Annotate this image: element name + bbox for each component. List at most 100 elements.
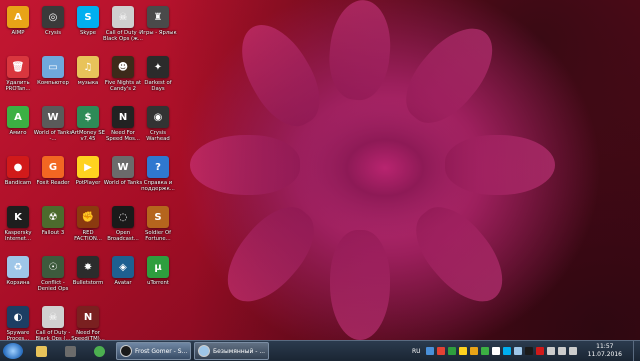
desktop-shortcut-label: World of Tanks -... [33,130,73,142]
wallpaper-petal [211,193,329,317]
desktop-shortcut[interactable]: W World of Tanks [103,156,143,186]
help-icon: ? [147,156,169,178]
nfs2-icon: N [77,306,99,328]
desktop-shortcut[interactable]: ☠ Call of Duty - Black Ops (... [35,306,71,342]
desktop-shortcut[interactable]: $ ArtMoney SE v7.45 [70,106,106,142]
clock-date: 11.07.2016 [587,350,622,358]
taskbar-task-button[interactable]: Безымянный - ... [194,342,269,360]
desktop-shortcut-label: Компьютер [37,80,69,86]
desktop-shortcut[interactable]: ☢ Fallout 3 [35,206,71,236]
start-button[interactable] [3,343,23,359]
tray-app-icon[interactable] [547,347,556,355]
obs-icon: ◌ [112,206,134,228]
sof-icon: S [147,206,169,228]
tray-app-icon[interactable] [525,347,534,355]
desktop-shortcut[interactable]: ♫ музыка [70,56,106,86]
desktop-shortcut[interactable]: S Soldier Of Fortune... [140,206,176,242]
uninstall-icon: 🗑 [7,56,29,78]
desktop-shortcut-label: Справка и поддержк... [141,180,175,192]
tray-app-icon[interactable] [448,347,457,355]
desktop-shortcut-label: Игры - Ярлык [139,30,177,36]
crysis-warhead-icon: ◉ [147,106,169,128]
desktop-shortcut[interactable]: W World of Tanks -... [33,106,73,142]
desktop-shortcut-label: Five Nights at Candy's 2 [104,80,142,92]
desktop-shortcut-label: Bulletstorm [72,280,104,286]
desktop-shortcut-label: PotPlayer [75,180,101,186]
desktop-shortcut[interactable]: ? Справка и поддержк... [140,156,176,192]
avatar-icon: ◈ [112,256,134,278]
wallpaper-petal [325,0,395,103]
desktop-shortcut[interactable]: ● Bandicam [0,156,36,186]
desktop-shortcut[interactable]: ✊ RED FACTION... [70,206,106,242]
bandicam-icon: ● [7,156,29,178]
desktop-shortcut[interactable]: A AIMP [0,6,36,36]
desktop-shortcut[interactable]: ☻ Five Nights at Candy's 2 [105,56,141,92]
desktop-shortcut-label: Foxit Reader [36,180,70,186]
desktop-shortcut[interactable]: ▭ Компьютер [35,56,71,86]
tray-app-icon[interactable] [514,347,523,355]
show-desktop-button[interactable] [633,341,640,361]
clock[interactable]: 11:57 11.07.2016 [588,343,622,358]
desktop-shortcut[interactable]: ♜ Игры - Ярлык [139,6,177,36]
taskbar-task-label: Frost Gomer - S... [135,347,188,355]
tray-app-icon[interactable] [536,347,545,355]
desktop-shortcut[interactable]: ✦ Darkest of Days [140,56,176,92]
desktop-shortcut-label: World of Tanks [103,180,143,186]
desktop-shortcut[interactable]: G Foxit Reader [35,156,71,186]
fnac-icon: ☻ [112,56,134,78]
taskbar: Frost Gomer - S... Безымянный - ... RU 11… [0,340,640,361]
desktop-shortcut[interactable]: ✸ Bulletstorm [70,256,106,286]
desktop-shortcut[interactable]: ☉ Conflict - Denied Ops [35,256,71,292]
taskbar-task-label: Безымянный - ... [213,347,266,355]
nfs-icon: N [112,106,134,128]
desktop-shortcut-label: музыка [77,80,99,86]
desktop-shortcut[interactable]: µ uTorrent [140,256,176,286]
recycle-bin-icon: ♻ [7,256,29,278]
chrome-icon[interactable] [90,343,108,359]
crysis-icon: ◎ [42,6,64,28]
desktop-shortcut[interactable]: ◈ Avatar [105,256,141,286]
skype-icon: S [77,6,99,28]
aimp-icon: A [7,6,29,28]
tray-app-icon[interactable] [481,347,490,355]
foxit-icon: G [42,156,64,178]
desktop-shortcut[interactable]: ◉ Crysis Warhead [140,106,176,142]
desktop-shortcut-label: Crysis [44,30,61,36]
obs-task-icon [120,345,132,357]
desktop-shortcut[interactable]: 🗑 Удалить PROTan... [0,56,36,92]
fallout-icon: ☢ [42,206,64,228]
tray-app-icon[interactable] [569,347,578,355]
desktop-shortcut[interactable]: N Need For Speed Mos... [105,106,141,142]
tray-app-icon[interactable] [470,347,479,355]
taskbar-task-button[interactable]: Frost Gomer - S... [116,342,191,360]
desktop-shortcut[interactable]: N Need For Speed(TM)... [70,306,106,342]
desktop-shortcut[interactable]: K Kaspersky Internet... [0,206,36,242]
wallpaper-petal [401,193,519,317]
tray-app-icon[interactable] [503,347,512,355]
tray-app-icon[interactable] [437,347,446,355]
desktop-shortcut-label: Need For Speed Mos... [106,130,140,142]
tray-app-icon[interactable] [558,347,567,355]
computer-icon: ▭ [42,56,64,78]
explorer-folder-icon[interactable] [32,343,50,359]
desktop-shortcut[interactable]: S Skype [70,6,106,36]
desktop-shortcut[interactable]: ☠ Call of Duty - Black Ops (ж... [103,6,143,42]
desktop-shortcut[interactable]: ◎ Crysis [35,6,71,36]
tray-app-icon[interactable] [426,347,435,355]
language-indicator[interactable]: RU [412,348,421,355]
tray-app-icon[interactable] [459,347,468,355]
artmoney-icon: $ [77,106,99,128]
tray-app-icon[interactable] [492,347,501,355]
wot-taskbar-icon[interactable] [61,343,79,359]
kaspersky-icon: K [7,206,29,228]
desktop-shortcut[interactable]: A Амиго [0,106,36,136]
desktop-shortcut-label: Crysis Warhead [146,130,170,142]
desktop-shortcut[interactable]: ♻ Корзина [0,256,36,286]
desktop-shortcut[interactable]: ▶ PotPlayer [70,156,106,186]
wallpaper-petal [391,13,509,137]
paint-task-icon [198,345,210,357]
wallpaper-petal [445,135,555,195]
desktop-shortcut[interactable]: ◐ Spyware Proces... [0,306,36,342]
desktop-shortcut-label: Fallout 3 [41,230,65,236]
desktop-shortcut[interactable]: ◌ Open Broadcast... [105,206,141,242]
